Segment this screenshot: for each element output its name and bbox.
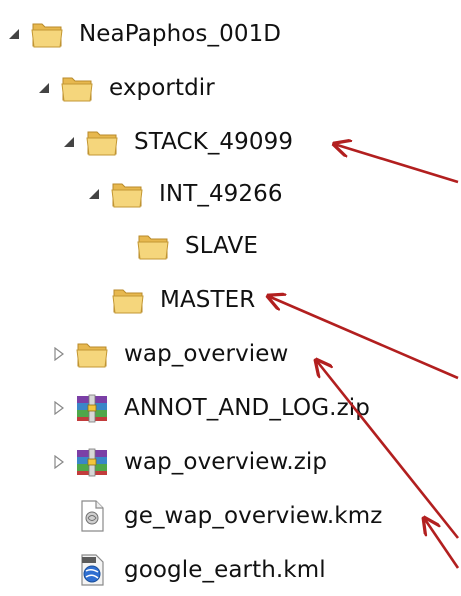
tree-item-label: NeaPaphos_001D [79,21,282,47]
tree-item-slave[interactable]: SLAVE [135,222,258,270]
tree-item-label: ANNOT_AND_LOG.zip [124,395,370,421]
expanded-triangle-icon[interactable] [87,187,101,201]
folder-icon [135,228,171,264]
tree-item-annot-and-log-zip[interactable]: ANNOT_AND_LOG.zip [52,384,370,432]
expanded-triangle-icon[interactable] [7,27,21,41]
zip-archive-icon [74,444,110,480]
folder-icon [74,336,110,372]
collapsed-triangle-icon[interactable] [52,347,66,361]
tree-item-label: google_earth.kml [124,557,326,583]
tree-item-ge-wap-overview-kmz[interactable]: ge_wap_overview.kmz [74,492,382,540]
tree-item-label: STACK_49099 [134,129,294,155]
tree-item-stack-49099[interactable]: STACK_49099 [62,118,293,166]
kmz-file-icon [74,498,110,534]
tree-item-label: wap_overview.zip [124,449,328,475]
folder-icon [29,16,65,52]
folder-icon [110,282,146,318]
tree-item-label: ge_wap_overview.kmz [124,503,383,529]
tree-item-exportdir[interactable]: exportdir [37,64,215,112]
tree-item-master[interactable]: MASTER [110,276,255,324]
tree-item-wap-overview-zip[interactable]: wap_overview.zip [52,438,327,486]
tree-item-label: exportdir [109,75,215,101]
tree-item-label: MASTER [160,287,256,313]
tree-item-wap-overview[interactable]: wap_overview [52,330,288,378]
folder-icon [109,176,145,212]
tree-item-label: INT_49266 [159,181,283,207]
zip-archive-icon [74,390,110,426]
tree-item-int-49266[interactable]: INT_49266 [87,170,283,218]
collapsed-triangle-icon[interactable] [52,401,66,415]
tree-item-neapaphos-001d[interactable]: NeaPaphos_001D [7,10,281,58]
collapsed-triangle-icon[interactable] [52,455,66,469]
tree-item-google-earth-kml[interactable]: google_earth.kml [74,546,326,594]
folder-tree: NeaPaphos_001D exportdir STACK_49099 INT… [0,0,461,596]
tree-item-label: SLAVE [185,233,258,259]
folder-icon [84,124,120,160]
tree-item-label: wap_overview [124,341,289,367]
kml-file-icon [74,552,110,588]
folder-icon [59,70,95,106]
expanded-triangle-icon[interactable] [37,81,51,95]
expanded-triangle-icon[interactable] [62,135,76,149]
